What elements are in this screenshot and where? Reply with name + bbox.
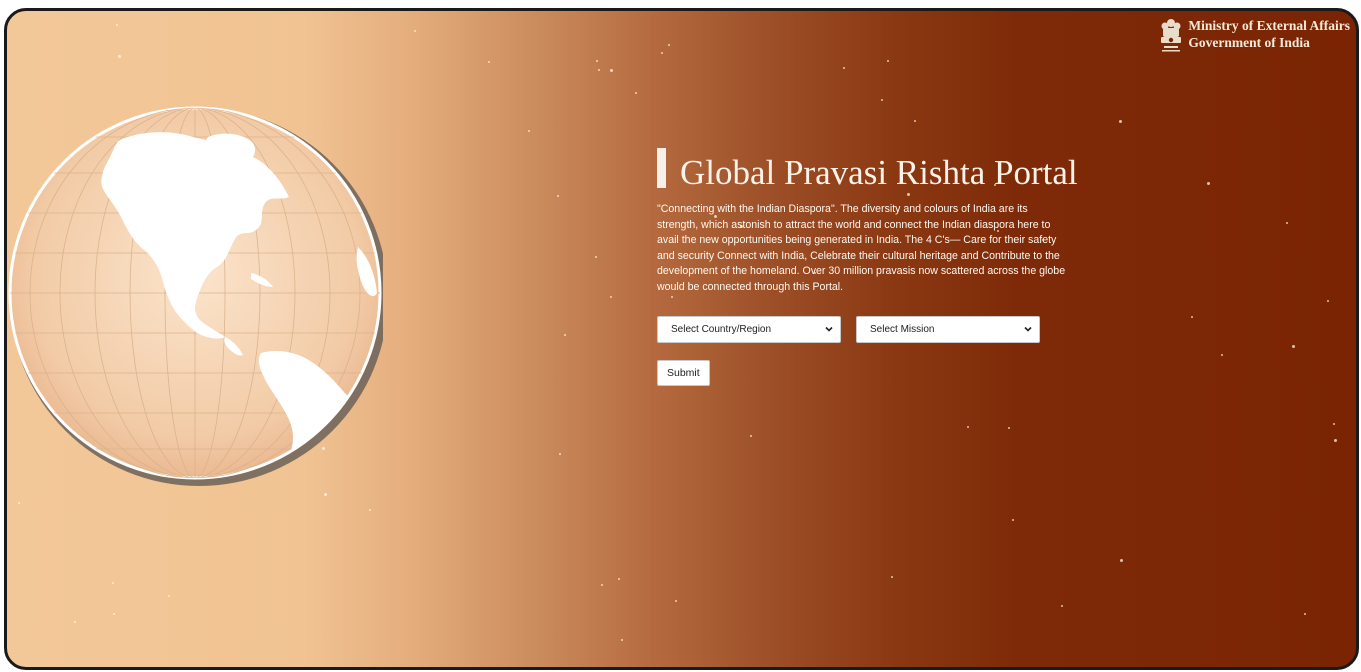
hero-description: "Connecting with the Indian Diaspora". T… bbox=[657, 203, 1066, 293]
star bbox=[675, 600, 677, 602]
star bbox=[750, 435, 752, 437]
star bbox=[661, 52, 663, 54]
star bbox=[1191, 316, 1193, 318]
star bbox=[118, 55, 121, 58]
star bbox=[595, 256, 597, 258]
ministry-header[interactable]: Ministry of External Affairs Government … bbox=[1158, 17, 1350, 57]
star bbox=[1119, 120, 1122, 123]
star bbox=[168, 595, 170, 597]
star bbox=[324, 493, 327, 496]
page-title: Global Pravasi Rishta Portal bbox=[680, 153, 1078, 192]
star bbox=[1207, 182, 1210, 185]
hero-content: Global Pravasi Rishta Portal "Connecting… bbox=[657, 146, 1097, 386]
globe-illustration bbox=[7, 97, 388, 489]
star bbox=[598, 69, 600, 71]
star bbox=[1008, 427, 1010, 429]
star bbox=[414, 30, 416, 32]
star bbox=[74, 621, 76, 623]
star bbox=[112, 582, 114, 584]
star bbox=[1292, 345, 1295, 348]
star bbox=[881, 99, 883, 101]
country-region-select[interactable]: Select Country/Region bbox=[657, 315, 841, 343]
star bbox=[891, 576, 893, 578]
star bbox=[618, 578, 620, 580]
page-frame: Ministry of External Affairs Government … bbox=[4, 8, 1359, 670]
star bbox=[887, 60, 889, 62]
star bbox=[557, 195, 559, 197]
star bbox=[1327, 300, 1329, 302]
national-emblem-icon bbox=[1161, 19, 1182, 52]
star bbox=[1286, 222, 1288, 224]
star bbox=[18, 502, 20, 504]
selector-row: Select Country/Region Select Mission bbox=[657, 315, 1097, 343]
star bbox=[1333, 423, 1335, 425]
star bbox=[564, 334, 566, 336]
mission-select-value: Select Mission bbox=[870, 323, 935, 335]
ministry-name: Ministry of External Affairs Government … bbox=[1188, 17, 1350, 51]
star bbox=[914, 120, 916, 122]
title-accent-bar bbox=[657, 148, 666, 188]
star bbox=[116, 24, 118, 26]
ministry-line-1: Ministry of External Affairs bbox=[1188, 18, 1350, 33]
star bbox=[1304, 613, 1306, 615]
star bbox=[1120, 559, 1123, 562]
mission-select[interactable]: Select Mission bbox=[856, 315, 1040, 343]
ministry-line-2: Government of India bbox=[1188, 35, 1310, 50]
star bbox=[1012, 519, 1014, 521]
title-row: Global Pravasi Rishta Portal bbox=[657, 146, 1097, 194]
star bbox=[488, 61, 490, 63]
star bbox=[113, 613, 115, 615]
star bbox=[967, 426, 969, 428]
chevron-down-icon bbox=[1024, 326, 1032, 332]
star bbox=[610, 69, 613, 72]
star bbox=[843, 67, 845, 69]
star bbox=[610, 296, 612, 298]
star bbox=[528, 130, 530, 132]
star bbox=[621, 639, 623, 641]
star bbox=[559, 453, 561, 455]
star bbox=[369, 509, 371, 511]
star bbox=[635, 92, 637, 94]
star bbox=[1334, 439, 1337, 442]
submit-button[interactable]: Submit bbox=[657, 359, 710, 386]
country-select-value: Select Country/Region bbox=[671, 323, 772, 335]
star bbox=[1061, 605, 1063, 607]
globe-svg bbox=[8, 106, 388, 486]
star bbox=[668, 44, 670, 46]
star bbox=[596, 60, 598, 62]
chevron-down-icon bbox=[825, 326, 833, 332]
star bbox=[601, 584, 603, 586]
star bbox=[1221, 354, 1223, 356]
